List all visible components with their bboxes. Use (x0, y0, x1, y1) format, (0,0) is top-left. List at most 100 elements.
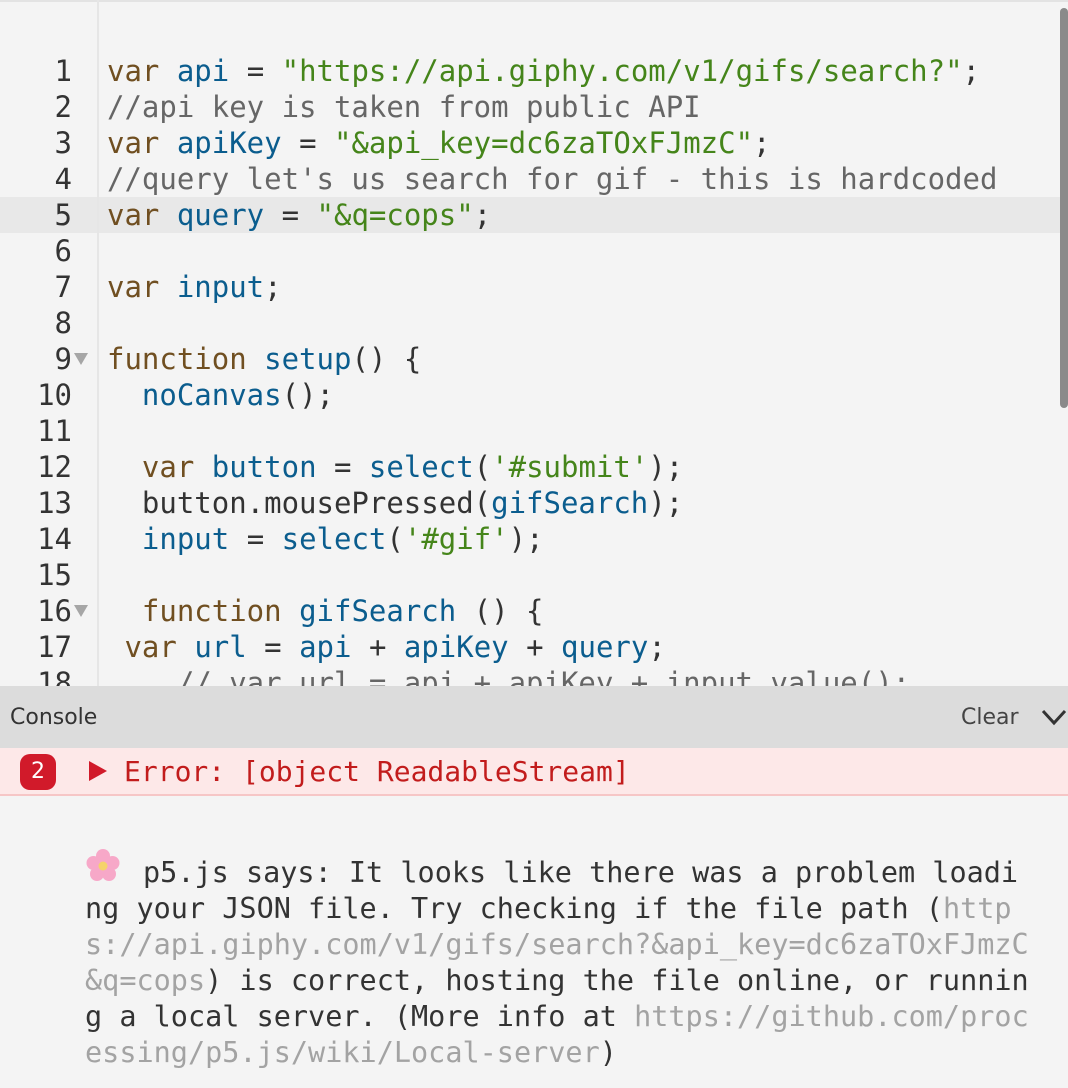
chevron-down-icon[interactable] (1040, 706, 1068, 730)
code-token: ( (386, 522, 404, 556)
code-token: var (124, 630, 195, 664)
code-token: (); (281, 378, 334, 412)
line-number: 18 (37, 666, 72, 686)
line-number: 8 (54, 306, 72, 340)
code-text: button.mousePressed(gifSearch); (107, 485, 683, 521)
code-line[interactable]: 7 var input; (0, 269, 1068, 305)
code-token: = (264, 198, 317, 232)
code-line[interactable]: 5 var query = "&q=cops"; (0, 197, 1068, 233)
code-token: function (107, 342, 265, 376)
line-number: 2 (54, 90, 72, 124)
code-token: ); (648, 486, 684, 520)
line-number: 1 (54, 54, 72, 88)
code-token: "&api_key=dc6zaTOxFJmzC" (334, 126, 754, 160)
code-line[interactable]: 3 var apiKey = "&api_key=dc6zaTOxFJmzC"; (0, 125, 1068, 161)
code-token: ( (473, 450, 492, 484)
code-token: "https://api.giphy.com/v1/gifs/search?" (281, 54, 963, 88)
code-token: input (176, 270, 265, 304)
code-token: apiKey (176, 126, 282, 160)
code-token: ; (962, 54, 981, 88)
code-text: //query let's us search for gif - this i… (107, 161, 997, 197)
code-text: var query = "&q=cops"; (107, 197, 491, 233)
code-token: button (211, 450, 317, 484)
code-line[interactable]: 4 //query let's us search for gif - this … (0, 161, 1068, 197)
code-line[interactable]: 16 function gifSearch () { (0, 593, 1068, 629)
line-number: 13 (37, 486, 72, 520)
code-text: var url = api + apiKey + query; (107, 629, 666, 665)
code-token: ; (648, 630, 666, 664)
console-header: Console Clear (0, 686, 1068, 748)
code-line[interactable]: 14 input = select('#gif'); (0, 521, 1068, 557)
code-token: // var url = api + apiKey + input.value(… (107, 666, 911, 686)
code-text: noCanvas(); (107, 377, 334, 413)
line-number: 14 (37, 522, 72, 556)
line-number: 9 (54, 342, 72, 376)
code-token: gifSearch (299, 594, 457, 628)
code-token: var (107, 54, 177, 88)
code-token: apiKey (403, 630, 509, 664)
code-token: + (351, 630, 404, 664)
line-number: 11 (37, 414, 72, 448)
code-text: function gifSearch () { (107, 593, 544, 629)
code-token: query (176, 198, 265, 232)
code-line[interactable]: 12 var button = select('#submit'); (0, 449, 1068, 485)
clear-button[interactable]: Clear (961, 705, 1019, 730)
code-line[interactable]: 17 var url = api + apiKey + query; (0, 629, 1068, 665)
code-token: select (368, 450, 474, 484)
code-editor[interactable]: 1 var api = "https://api.giphy.com/v1/gif… (0, 0, 1068, 686)
code-token: '#submit' (491, 450, 649, 484)
code-line[interactable]: 6 (0, 233, 1068, 269)
code-token: button.mousePressed( (107, 486, 492, 520)
p5-message-text: p5.js says: It looks like there was a pr… (85, 856, 1019, 925)
code-token: var (141, 450, 212, 484)
code-line[interactable]: 2 //api key is taken from public API (0, 89, 1068, 125)
code-text: //api key is taken from public API (107, 89, 701, 125)
line-number: 3 (54, 126, 72, 160)
code-line[interactable]: 18 // var url = api + apiKey + input.val… (0, 665, 1068, 686)
code-text: function setup() { (107, 341, 421, 377)
console-error-row[interactable]: 2 Error: [object ReadableStream] (0, 748, 1068, 796)
code-token: input (141, 522, 230, 556)
code-token: setup (264, 342, 352, 376)
code-token: query (561, 630, 649, 664)
code-text: var button = select('#submit'); (107, 449, 683, 485)
code-token: ); (508, 522, 544, 556)
code-token: ; (473, 198, 492, 232)
code-token: select (281, 522, 387, 556)
code-token: = (229, 54, 282, 88)
code-line[interactable]: 9 function setup() { (0, 341, 1068, 377)
code-token: var (107, 270, 177, 304)
error-message: Error: [object ReadableStream] (124, 755, 630, 788)
code-line[interactable]: 10 noCanvas(); (0, 377, 1068, 413)
code-token: ; (264, 270, 282, 304)
flower-icon (85, 848, 121, 881)
code-token: //query let's us search for gif - this i… (107, 162, 998, 196)
code-line[interactable]: 1 var api = "https://api.giphy.com/v1/gif… (0, 53, 1068, 89)
code-text: var input; (107, 269, 282, 305)
code-line[interactable]: 15 (0, 557, 1068, 593)
line-number: 5 (54, 198, 72, 232)
code-line[interactable]: 13 button.mousePressed(gifSearch); (0, 485, 1068, 521)
code-token: function (141, 594, 300, 628)
editor-scrollbar[interactable] (1060, 8, 1068, 408)
code-token: = (246, 630, 300, 664)
code-token: () { (456, 594, 544, 628)
code-token: + (508, 630, 562, 664)
code-token: var (107, 198, 177, 232)
line-number: 15 (37, 558, 72, 592)
p5-message-text-3: ) (599, 1036, 617, 1069)
code-token: url (194, 630, 247, 664)
expand-arrow-icon[interactable] (86, 756, 110, 786)
code-line[interactable]: 11 (0, 413, 1068, 449)
error-count-badge: 2 (20, 754, 56, 790)
code-line[interactable]: 8 (0, 305, 1068, 341)
line-number: 4 (54, 162, 72, 196)
code-text: var apiKey = "&api_key=dc6zaTOxFJmzC"; (107, 125, 771, 161)
code-token: //api key is taken from public API (107, 90, 701, 124)
line-number: 10 (37, 378, 72, 412)
code-token: = (281, 126, 334, 160)
